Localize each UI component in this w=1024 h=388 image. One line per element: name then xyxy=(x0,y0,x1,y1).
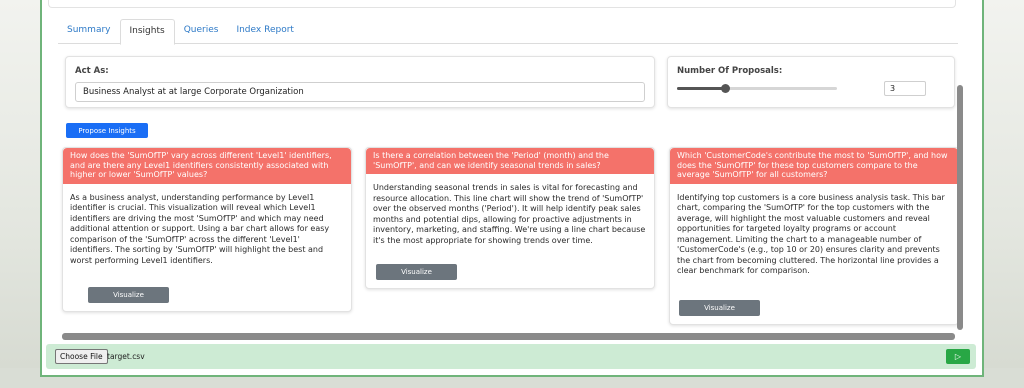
insight-description: Identifying top customers is a core busi… xyxy=(677,192,945,276)
background-left xyxy=(0,0,40,388)
proposals-label: Number Of Proposals: xyxy=(677,66,783,76)
visualize-button[interactable]: Visualize xyxy=(376,264,457,280)
insight-card: How does the 'SumOfTP' vary across diffe… xyxy=(62,147,352,312)
choose-file-button[interactable]: Choose File xyxy=(55,349,108,364)
background-right xyxy=(984,0,1024,388)
tab-summary[interactable]: Summary xyxy=(58,19,120,44)
vertical-scrollbar[interactable] xyxy=(957,85,963,330)
insight-card: Which 'CustomerCode's contribute the mos… xyxy=(669,147,959,325)
visualize-button[interactable]: Visualize xyxy=(88,287,169,303)
proposals-number-input[interactable]: 3 xyxy=(884,81,926,96)
proposals-slider[interactable] xyxy=(677,84,837,93)
insight-description: Understanding seasonal trends in sales i… xyxy=(373,183,646,245)
proposals-panel: Number Of Proposals: 3 xyxy=(667,56,955,108)
visualize-button[interactable]: Visualize xyxy=(679,300,760,316)
insight-question: How does the 'SumOfTP' vary across diffe… xyxy=(63,148,351,184)
slider-fill xyxy=(677,87,725,90)
insight-question: Is there a correlation between the 'Peri… xyxy=(366,148,654,174)
selected-file-name: target.csv xyxy=(107,352,145,361)
propose-insights-button[interactable]: Propose Insights xyxy=(66,123,148,138)
slider-thumb[interactable] xyxy=(721,84,730,93)
act-as-panel: Act As: Business Analyst at at large Cor… xyxy=(65,56,655,108)
file-upload-bar: Choose File target.csv ▷ xyxy=(46,344,976,369)
tab-index-report[interactable]: Index Report xyxy=(227,19,302,44)
insight-question: Which 'CustomerCode's contribute the mos… xyxy=(670,148,958,184)
send-button[interactable]: ▷ xyxy=(946,349,970,364)
app-window: Summary Insights Queries Index Report Ac… xyxy=(40,0,984,377)
tab-bar: Summary Insights Queries Index Report xyxy=(58,19,958,45)
horizontal-scrollbar[interactable] xyxy=(62,333,955,340)
play-icon: ▷ xyxy=(954,352,962,361)
tab-queries[interactable]: Queries xyxy=(175,19,228,44)
insight-card: Is there a correlation between the 'Peri… xyxy=(365,147,655,289)
insight-description: As a business analyst, understanding per… xyxy=(70,192,330,265)
top-panel-edge xyxy=(48,0,956,8)
tab-insights[interactable]: Insights xyxy=(119,19,175,45)
act-as-textarea[interactable]: Business Analyst at at large Corporate O… xyxy=(75,82,645,102)
act-as-label: Act As: xyxy=(75,66,109,76)
